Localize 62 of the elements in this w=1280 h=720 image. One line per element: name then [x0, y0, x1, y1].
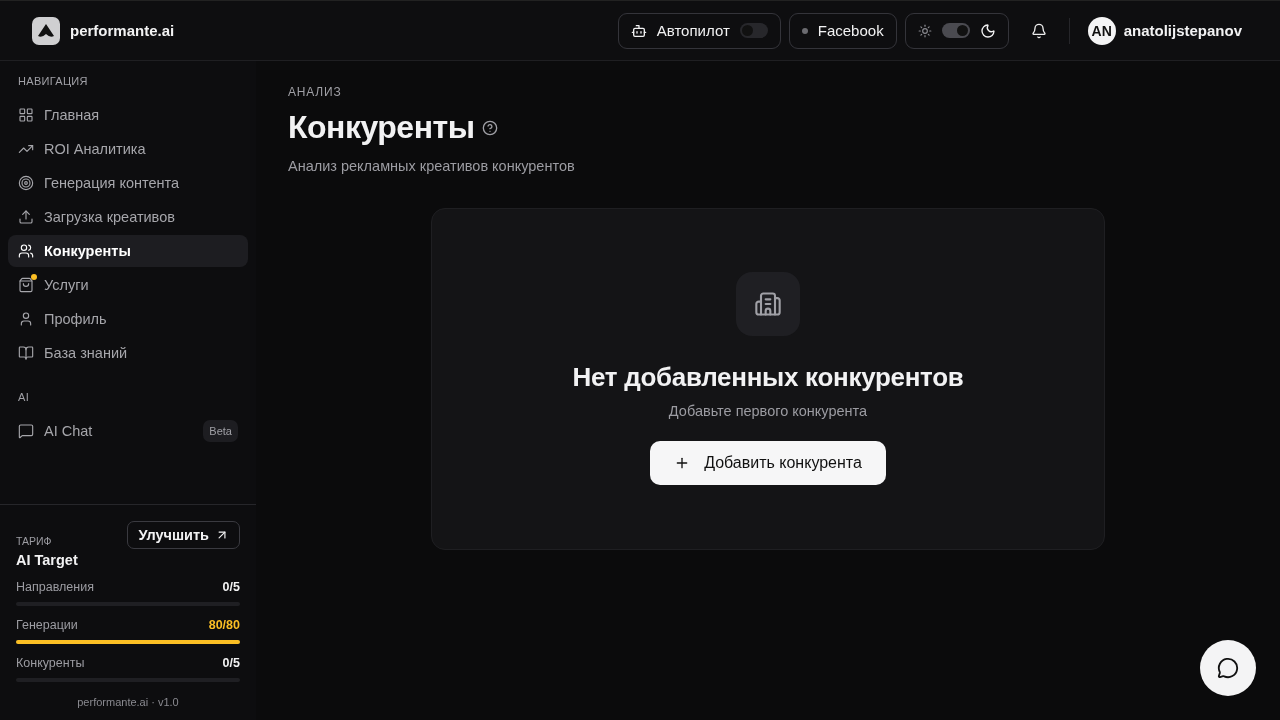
nav-item[interactable]: AI Chat Beta — [8, 415, 248, 447]
nav-label: AI Chat — [44, 423, 93, 439]
nav-item[interactable]: Профиль — [8, 303, 248, 335]
page-title: Конкуренты — [288, 109, 475, 146]
user-name: anatolijstepanov — [1123, 22, 1242, 39]
theme-toggle[interactable] — [941, 23, 970, 38]
nav-label: Главная — [44, 107, 100, 123]
meter-label: Генерации — [16, 618, 78, 632]
nav-label: База знаний — [44, 345, 128, 361]
meter-label: Направления — [16, 580, 94, 594]
platform-selector[interactable]: Facebook — [788, 12, 897, 49]
meter-label: Конкуренты — [16, 656, 85, 670]
page-subtitle: Анализ рекламных креативов конкурентов — [288, 158, 576, 174]
empty-title: Нет добавленных конкурентов — [572, 362, 964, 393]
autopilot-control[interactable]: Автопилот — [617, 12, 781, 49]
user-menu[interactable]: AN anatolijstepanov — [1077, 16, 1248, 45]
plan-caption: ТАРИФ — [16, 535, 53, 547]
nav-item[interactable]: Услуги — [8, 269, 248, 301]
meter-value: 0/5 — [222, 656, 240, 670]
nav-label: Загрузка креативов — [44, 209, 175, 225]
nav-item[interactable]: ROI Аналитика — [8, 133, 248, 165]
nav-label: ROI Аналитика — [44, 141, 146, 157]
target-icon — [18, 175, 34, 191]
nav-label: Профиль — [44, 311, 107, 327]
page-eyebrow: АНАЛИЗ — [288, 85, 343, 99]
version-text: performante.ai · v1.0 — [76, 696, 180, 708]
add-competitor-button[interactable]: Добавить конкурента — [650, 441, 886, 485]
nav-item[interactable]: Генерация контента — [8, 167, 248, 199]
meter-value: 0/5 — [222, 580, 240, 594]
section-title: AI — [17, 391, 30, 403]
autopilot-label: Автопилот — [656, 22, 730, 39]
moon-icon — [979, 22, 996, 39]
avatar: AN — [1087, 16, 1116, 45]
book-icon — [18, 345, 34, 361]
nav-item[interactable]: Загрузка креативов — [8, 201, 248, 233]
section-title: НАВИГАЦИЯ — [17, 75, 89, 87]
users-icon — [18, 243, 34, 259]
plan-name: AI Target — [16, 552, 78, 568]
help-icon[interactable] — [482, 119, 499, 136]
robot-icon — [630, 22, 647, 39]
beta-badge: Beta — [203, 420, 238, 442]
empty-text: Добавьте первого конкурента — [668, 403, 868, 419]
user-icon — [18, 311, 34, 327]
chat-bubble-icon — [1217, 657, 1239, 679]
nav-label: Конкуренты — [44, 243, 131, 259]
nav-item[interactable]: Конкуренты — [8, 235, 248, 267]
meter-value: 80/80 — [208, 618, 240, 632]
platform-label: Facebook — [817, 22, 884, 39]
logo-icon — [32, 16, 60, 45]
nav-item[interactable]: Главная — [8, 99, 248, 131]
brand-name: performante.ai — [70, 22, 175, 39]
building-icon — [736, 272, 800, 336]
chat-button[interactable] — [1200, 640, 1256, 696]
chat-icon — [18, 423, 34, 439]
grid-icon — [18, 107, 34, 123]
nav-label: Генерация контента — [44, 175, 180, 191]
autopilot-toggle[interactable] — [739, 23, 768, 38]
nav-label: Услуги — [44, 277, 89, 293]
upload-icon — [18, 209, 34, 225]
upgrade-button[interactable]: Улучшить — [127, 521, 240, 549]
sun-icon — [917, 23, 932, 38]
nav-item[interactable]: База знаний — [8, 337, 248, 369]
